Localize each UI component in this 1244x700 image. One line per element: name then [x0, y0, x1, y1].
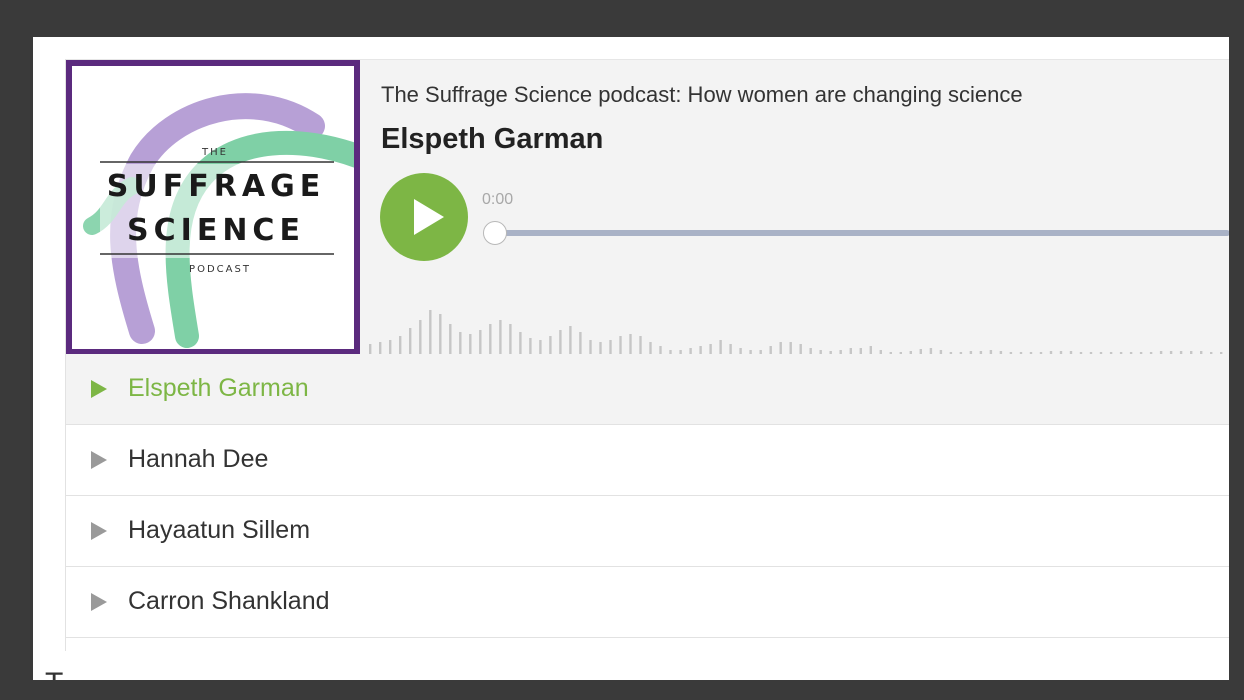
episode-label: Elspeth Garman [128, 374, 309, 402]
cover-podcast-text: PODCAST [189, 264, 251, 275]
play-icon [414, 199, 444, 235]
waveform-bar [639, 336, 642, 354]
episode-label: Hayaatun Sillem [128, 516, 311, 544]
waveform-bar [619, 336, 622, 354]
waveform-bar [699, 346, 702, 354]
page-frame: THE SUFFRAGE SCIENCE PODCAST The Suffrag… [33, 37, 1229, 680]
episode-list: Elspeth Garman Hannah Dee Hayaatun Sille… [66, 354, 1229, 638]
waveform-bar [869, 346, 872, 354]
podcast-player: THE SUFFRAGE SCIENCE PODCAST The Suffrag… [65, 59, 1229, 651]
waveform-bar [449, 324, 452, 354]
episode-row-hannah-dee[interactable]: Hannah Dee [66, 425, 1229, 496]
cover-the-text: THE [201, 147, 228, 158]
triangle-right-icon [91, 593, 107, 611]
waveform-bar [409, 328, 412, 354]
waveform-bar [559, 330, 562, 354]
triangle-right-icon [91, 522, 107, 540]
waveform-bar [589, 340, 592, 354]
waveform-bar [729, 344, 732, 354]
waveform-bar [649, 342, 652, 354]
waveform-bar [599, 342, 602, 354]
waveform-bar [579, 332, 582, 354]
waveform-bar [479, 330, 482, 354]
episode-row-hayaatun-sillem[interactable]: Hayaatun Sillem [66, 496, 1229, 567]
waveform-bar [629, 334, 632, 354]
waveform-bar [799, 344, 802, 354]
waveform-bar [399, 336, 402, 354]
triangle-right-icon [91, 380, 107, 398]
episode-row-elspeth-garman[interactable]: Elspeth Garman [66, 354, 1229, 425]
waveform-bar [499, 320, 502, 354]
waveform-bar [369, 344, 372, 354]
waveform-bar [469, 334, 472, 354]
cover-suffrage-text: SUFFRAGE [107, 169, 325, 204]
waveform-bar [509, 324, 512, 354]
page-bottom-text: T [45, 667, 63, 680]
waveform-bar [419, 320, 422, 354]
waveform-bar [779, 342, 782, 354]
waveform-bar [489, 324, 492, 354]
cover-science-text: SCIENCE [127, 213, 305, 248]
episode-label: Hannah Dee [128, 445, 269, 473]
time-elapsed: 0:00 [482, 191, 514, 208]
episode-row-carron-shankland[interactable]: Carron Shankland [66, 567, 1229, 638]
waveform-bar [789, 342, 792, 354]
progress-track[interactable] [496, 230, 1229, 236]
episode-title: Elspeth Garman [381, 123, 604, 155]
waveform-bar [709, 344, 712, 354]
cover-art: THE SUFFRAGE SCIENCE PODCAST [66, 60, 360, 355]
waveform-bar [529, 338, 532, 354]
play-button[interactable] [380, 173, 468, 261]
waveform-bar [719, 340, 722, 354]
waveform-bar [539, 340, 542, 354]
show-title: The Suffrage Science podcast: How women … [381, 82, 1023, 107]
waveform-bar [549, 336, 552, 354]
waveform [369, 310, 1223, 354]
waveform-bar [519, 332, 522, 354]
waveform-bar [659, 346, 662, 354]
waveform-bar [609, 340, 612, 354]
waveform-bar [379, 342, 382, 354]
waveform-bar [459, 332, 462, 354]
triangle-right-icon [91, 451, 107, 469]
waveform-bar [439, 314, 442, 354]
waveform-bar [429, 310, 432, 354]
episode-label: Carron Shankland [128, 587, 330, 615]
waveform-bar [569, 326, 572, 354]
progress-knob[interactable] [483, 221, 507, 245]
waveform-bar [389, 340, 392, 354]
cover-art-graphic: THE SUFFRAGE SCIENCE PODCAST [83, 93, 354, 348]
player-header: THE SUFFRAGE SCIENCE PODCAST The Suffrag… [66, 59, 1229, 355]
waveform-bar [769, 346, 772, 354]
